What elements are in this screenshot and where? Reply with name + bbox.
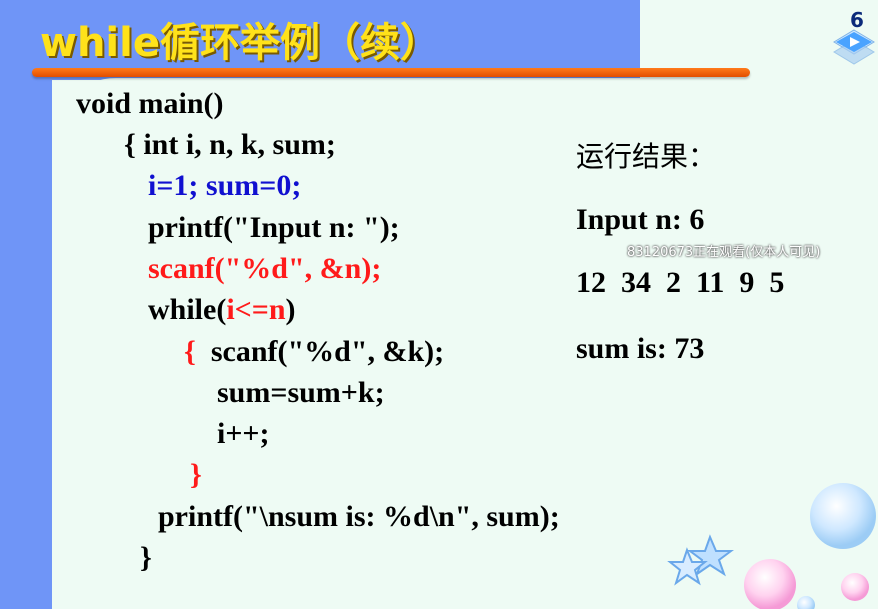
- code-line-9: i++;: [217, 417, 270, 450]
- while-keyword: while(: [148, 293, 227, 326]
- watermark: 83120673正在观看(仅本人可见): [627, 245, 821, 260]
- code-line-8: sum=sum+k;: [217, 376, 385, 409]
- result-input-line: Input n: 6: [576, 203, 705, 236]
- result-heading: 运行结果：: [576, 140, 717, 173]
- result-sum-line: sum is: 73: [576, 332, 705, 365]
- side-band: [0, 0, 52, 609]
- next-slide-icon[interactable]: [832, 28, 876, 68]
- code-line-2: { int i, n, k, sum;: [124, 128, 336, 161]
- result-numbers-line: 12 34 2 11 9 5: [576, 266, 785, 299]
- code-line-5: scanf("%d", &n);: [148, 252, 382, 285]
- loop-scanf: scanf("%d", &k);: [195, 335, 445, 368]
- code-line-10: }: [190, 458, 202, 491]
- code-line-3: i=1; sum=0;: [148, 169, 302, 202]
- slide-title: while循环举例（续）: [40, 20, 440, 66]
- while-close-paren: ): [285, 293, 296, 326]
- code-line-6: while(i<=n): [148, 293, 296, 327]
- code-line-11: printf("\nsum is: %d\n", sum);: [158, 500, 560, 533]
- code-line-12: }: [140, 541, 152, 574]
- loop-open-brace: {: [184, 335, 196, 368]
- code-line-7: { scanf("%d", &k);: [184, 335, 444, 369]
- while-condition: i<=n: [226, 293, 286, 326]
- title-underline: [32, 68, 750, 77]
- code-line-1: void main(): [76, 87, 224, 120]
- code-line-4: printf("Input n: ");: [148, 211, 400, 244]
